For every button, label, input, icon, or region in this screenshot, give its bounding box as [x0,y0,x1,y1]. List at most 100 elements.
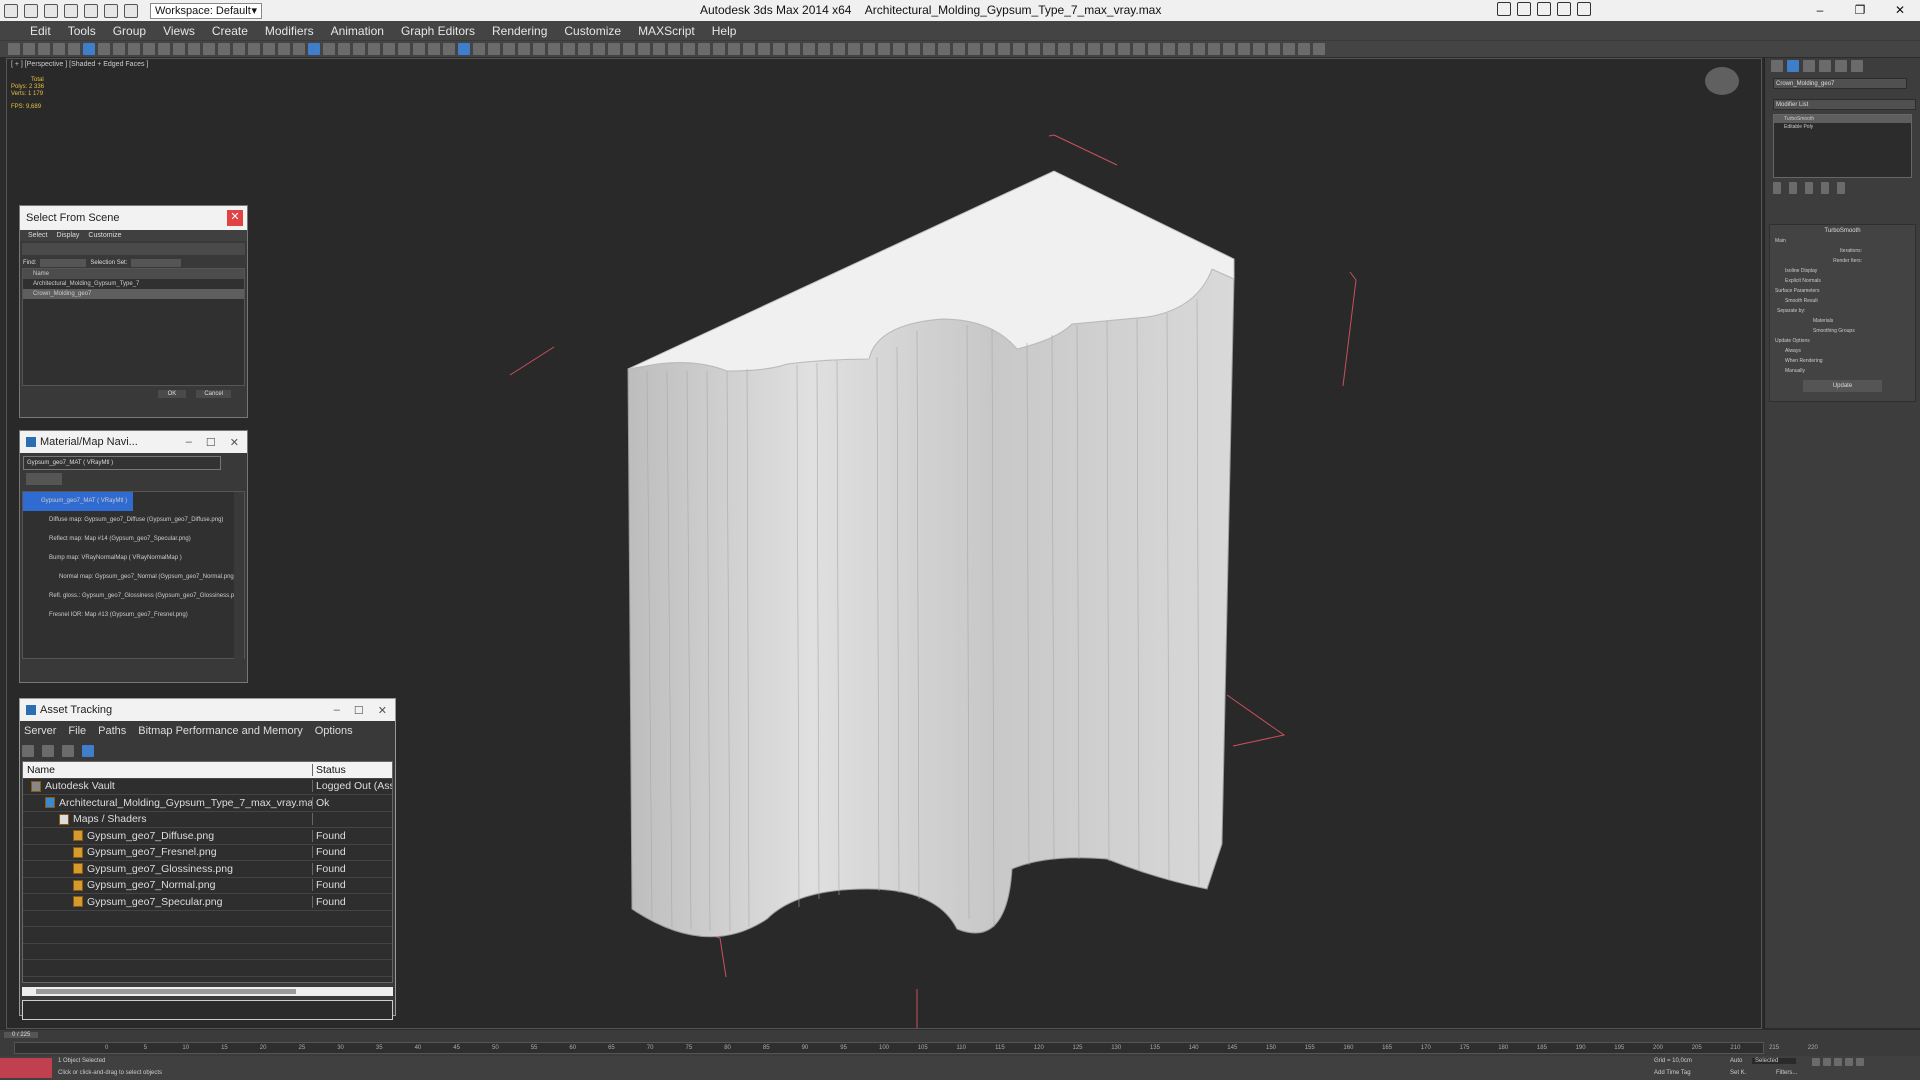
restore-button[interactable]: ❐ [1840,0,1880,21]
menu-item[interactable]: Edit [30,24,51,38]
key-filter-dropdown[interactable]: Selected [1752,1058,1797,1064]
auto-key-button[interactable]: Auto [1730,1058,1742,1064]
manually-radio[interactable]: Manually [1785,368,1912,374]
smoothing-groups-checkbox[interactable]: Smoothing Groups [1813,328,1912,334]
search-icon[interactable] [1497,2,1511,16]
asset-menu-item[interactable]: Options [315,725,353,737]
toolbar-tool-icon[interactable] [1103,43,1115,55]
list-item[interactable]: Architectural_Molding_Gypsum_Type_7 [23,279,244,289]
status-column-header[interactable]: Status [313,764,392,776]
material-tree-item[interactable]: Normal map: Gypsum_geo7_Normal (Gypsum_g… [23,568,244,587]
toolbar-tool-icon[interactable] [1088,43,1100,55]
project-folder-icon[interactable] [124,3,138,18]
toolbar-tool-icon[interactable] [728,43,740,55]
menu-item[interactable]: Graph Editors [401,24,475,38]
toolbar-tool-icon[interactable] [83,43,95,55]
undo-icon[interactable] [84,3,98,18]
app-menu-icon[interactable] [4,3,18,18]
toolbar-tool-icon[interactable] [803,43,815,55]
asset-menu-item[interactable]: Bitmap Performance and Memory [138,725,302,737]
viewcube-icon[interactable] [1705,67,1739,95]
toolbar-tool-icon[interactable] [698,43,710,55]
toolbar-tool-icon[interactable] [953,43,965,55]
stack-item[interactable]: TurboSmooth [1774,115,1911,123]
toolbar-tool-icon[interactable] [533,43,545,55]
toolbar-tool-icon[interactable] [1253,43,1265,55]
toolbar-tool-icon[interactable] [1028,43,1040,55]
help-icon[interactable] [1577,2,1591,16]
menu-item[interactable]: Views [163,24,195,38]
new-file-icon[interactable] [24,3,38,18]
toolbar-tool-icon[interactable] [8,43,20,55]
toolbar-tool-icon[interactable] [908,43,920,55]
minimize-icon[interactable]: – [186,436,192,449]
toolbar-tool-icon[interactable] [593,43,605,55]
material-tree-item[interactable]: Gypsum_geo7_MAT ( VRayMtl ) [23,492,133,511]
list-item[interactable]: Crown_Molding_geo7 [23,289,244,299]
key-icon[interactable] [1537,2,1551,16]
asset-menu-item[interactable]: Paths [98,725,126,737]
update-button[interactable]: Update [1803,380,1882,392]
add-time-tag[interactable]: Add Time Tag [1654,1070,1691,1076]
when-rendering-radio[interactable]: When Rendering [1785,358,1912,364]
toolbar-tool-icon[interactable] [968,43,980,55]
minimize-icon[interactable]: – [334,704,340,717]
toolbar-tool-icon[interactable] [278,43,290,55]
toolbar-tool-icon[interactable] [1313,43,1325,55]
toolbar-tool-icon[interactable] [668,43,680,55]
toolbar-tool-icon[interactable] [923,43,935,55]
toolbar-tool-icon[interactable] [563,43,575,55]
material-tree-item[interactable]: Refl. gloss.: Gypsum_geo7_Glossiness (Gy… [23,587,244,606]
scrollbar[interactable] [234,492,244,660]
selection-set-dropdown[interactable] [131,258,182,267]
star-icon[interactable] [1557,2,1571,16]
toolbar-tool-icon[interactable] [188,43,200,55]
toolbar-tool-icon[interactable] [758,43,770,55]
close-icon[interactable]: ✕ [378,704,387,717]
save-file-icon[interactable] [64,3,78,18]
set-key-button[interactable]: Set K. [1730,1070,1746,1076]
toolbar-tool-icon[interactable] [623,43,635,55]
toolbar-tool-icon[interactable] [143,43,155,55]
next-frame-icon[interactable] [1845,1058,1853,1066]
toolbar-tool-icon[interactable] [773,43,785,55]
menu-item[interactable]: Tools [68,24,96,38]
pin-stack-icon[interactable] [1773,182,1781,194]
toolbar-tool-icon[interactable] [893,43,905,55]
table-row[interactable]: Gypsum_geo7_Diffuse.png Found [23,828,392,845]
maximize-icon[interactable]: ☐ [206,436,216,449]
dialog-menu-item[interactable]: Display [56,232,79,239]
rollout-title[interactable]: TurboSmooth [1773,228,1912,234]
close-icon[interactable]: ✕ [227,210,243,226]
smooth-result-checkbox[interactable]: Smooth Result [1785,298,1912,304]
toolbar-tool-icon[interactable] [1058,43,1070,55]
toolbar-tool-icon[interactable] [1178,43,1190,55]
material-tree-item[interactable]: Reflect map: Map #14 (Gypsum_geo7_Specul… [23,530,244,549]
toolbar-tool-icon[interactable] [1208,43,1220,55]
table-row[interactable]: Architectural_Molding_Gypsum_Type_7_max_… [23,795,392,812]
menu-item[interactable]: Help [712,24,737,38]
toolbar-tool-icon[interactable] [473,43,485,55]
toolbar-tool-icon[interactable] [1133,43,1145,55]
dialog-menu-item[interactable]: Customize [88,232,121,239]
toolbar-tool-icon[interactable] [518,43,530,55]
toolbar-tool-icon[interactable] [323,43,335,55]
toolbar-tool-icon[interactable] [818,43,830,55]
time-slider[interactable]: 0 / 225 [4,1032,39,1038]
toolbar-tool-icon[interactable] [308,43,320,55]
toolbar-tool-icon[interactable] [638,43,650,55]
table-icon[interactable] [62,745,74,757]
toolbar-tool-icon[interactable] [1223,43,1235,55]
tree-view-icon[interactable] [82,745,94,757]
toolbar-tool-icon[interactable] [368,43,380,55]
toolbar-tool-icon[interactable] [248,43,260,55]
toolbar-tool-icon[interactable] [233,43,245,55]
find-input[interactable] [40,258,87,267]
track-bar[interactable]: 0 5 10 15 20 25 30 35 40 45 50 55 60 65 70 75 80 85 90 95 10… [14,1042,1818,1054]
toolbar-tool-icon[interactable] [413,43,425,55]
horizontal-scrollbar[interactable] [22,987,393,996]
toolbar-tool-icon[interactable] [203,43,215,55]
name-column-header[interactable]: Name [23,269,244,279]
toolbar-tool-icon[interactable] [458,43,470,55]
toolbar-tool-icon[interactable] [578,43,590,55]
